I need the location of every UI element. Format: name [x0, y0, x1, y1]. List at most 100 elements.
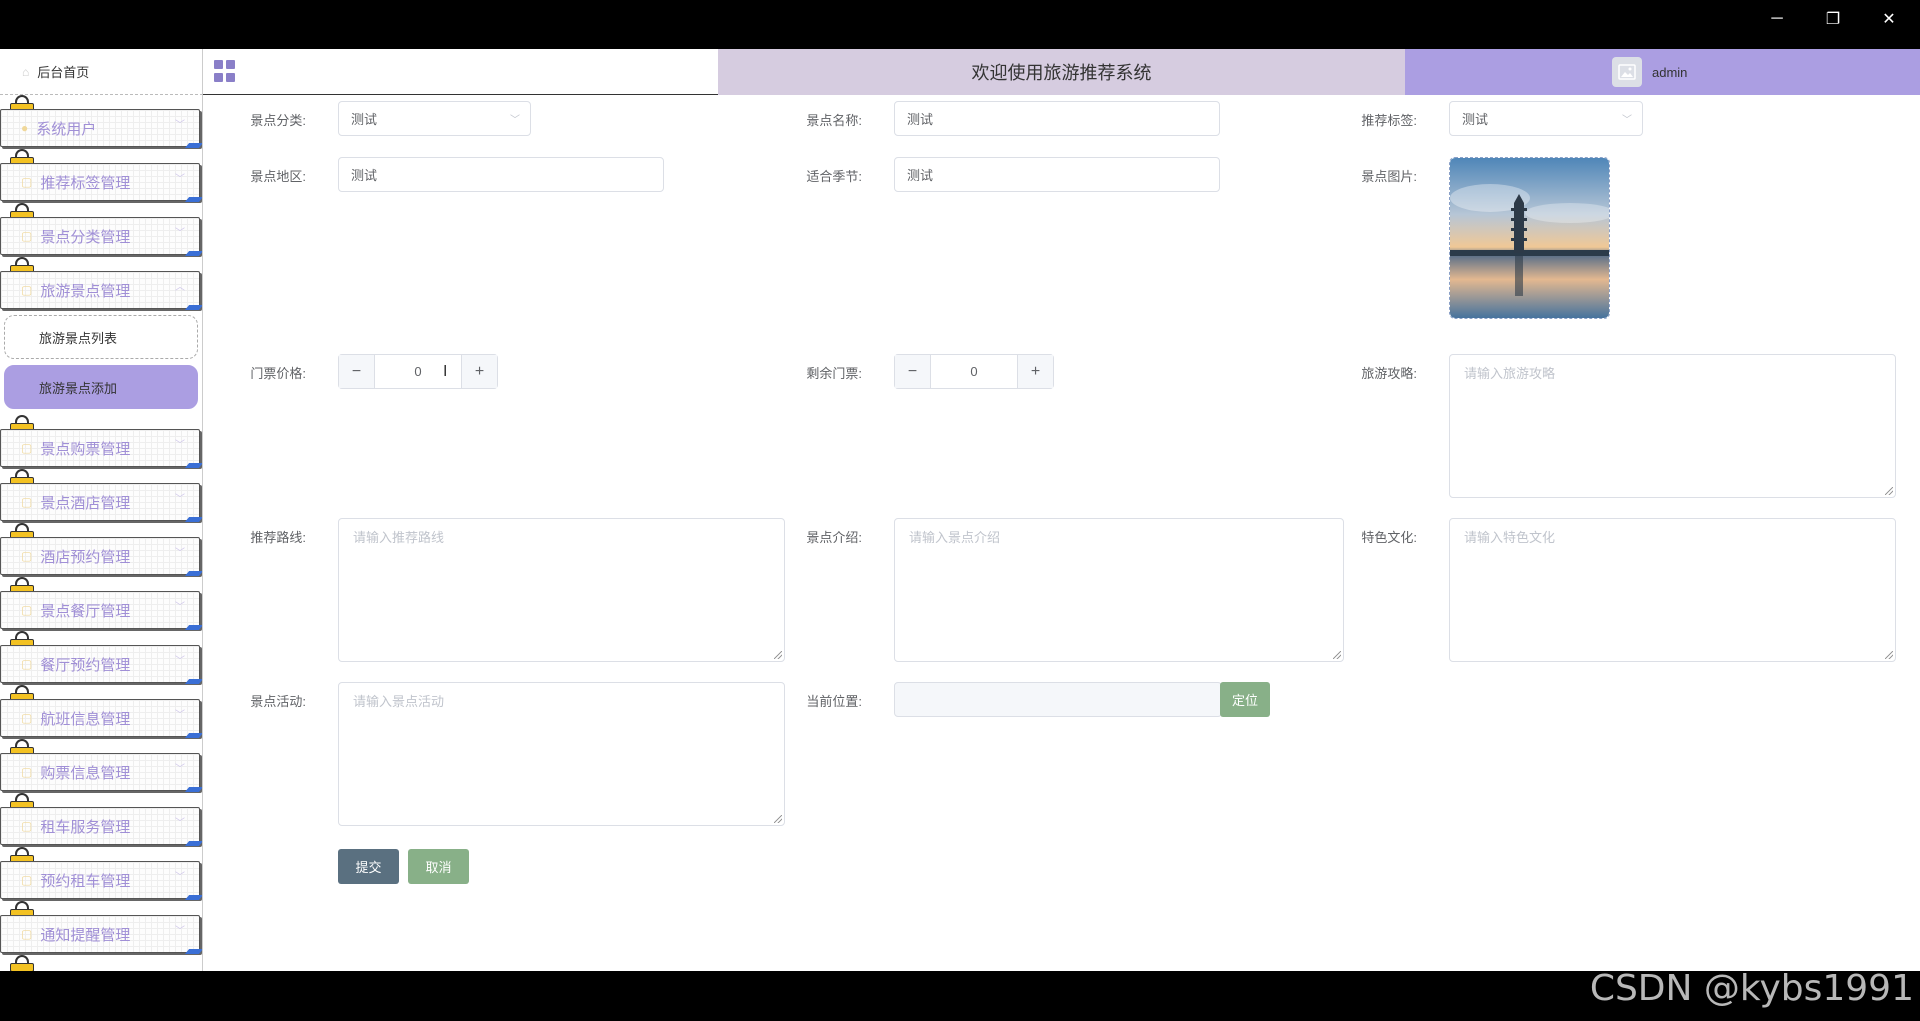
document-icon: ▢: [21, 657, 33, 671]
chevron-down-icon: ﹀: [510, 115, 520, 126]
document-icon: ▢: [21, 175, 33, 189]
sidebar-item-label: 租车服务管理: [40, 818, 131, 836]
document-icon: ▢: [21, 603, 33, 617]
chevron-down-icon: ﹀: [175, 764, 185, 775]
chevron-down-icon: ﹀: [175, 872, 185, 883]
pagoda-lake-image: [1450, 158, 1609, 318]
culture-textarea[interactable]: 请输入特色文化: [1449, 518, 1896, 662]
sidebar-item-label: 预约租车管理: [40, 872, 131, 890]
price-value[interactable]: 0: [375, 355, 461, 388]
restore-icon[interactable]: ❐: [1810, 0, 1856, 38]
price-stepper[interactable]: − 0 +: [338, 354, 498, 389]
close-icon[interactable]: ✕: [1866, 0, 1912, 38]
sidebar-item-label: 通知提醒管理: [40, 926, 131, 944]
cancel-button[interactable]: 取消: [408, 849, 469, 884]
document-icon: ▢: [21, 927, 33, 941]
category-value: 测试: [351, 112, 378, 127]
sidebar-item-car-bookings[interactable]: ▢ 预约租车管理 ﹀: [0, 847, 202, 901]
sidebar-item-label: 旅游景点管理: [40, 282, 131, 300]
activity-textarea[interactable]: 请输入景点活动: [338, 682, 785, 826]
chevron-up-icon: ︿: [175, 282, 185, 293]
sidebar: ● 系统用户 ﹀ ▢ 推荐标签管理 ﹀ ▢ 景点分类管理 ﹀ ▢ 旅游景点管理 ︿ 旅游景点列表…: [0, 95, 203, 971]
submenu-item-add[interactable]: 旅游景点添加: [4, 365, 198, 409]
increment-button[interactable]: +: [1017, 355, 1053, 388]
sidebar-item-label: 航班信息管理: [40, 710, 131, 728]
sidebar-item-hotel-bookings[interactable]: ▢ 酒店预约管理 ﹀: [0, 523, 202, 577]
sidebar-item-label: 酒店预约管理: [40, 548, 131, 566]
chevron-down-icon: ﹀: [175, 174, 185, 185]
minimize-icon[interactable]: ─: [1754, 0, 1800, 38]
submenu-attractions: 旅游景点列表 旅游景点添加: [0, 311, 202, 409]
decrement-button[interactable]: −: [339, 355, 375, 388]
tag-value: 测试: [1462, 112, 1489, 127]
tag-select[interactable]: 测试 ﹀: [1449, 101, 1643, 136]
attraction-add-form: 景点分类: 测试 ﹀ 景点名称: 测试 推荐标签: 测试 ﹀ 景点地区: 测试 …: [203, 95, 1920, 971]
remaining-value[interactable]: 0: [931, 355, 1017, 388]
sidebar-item-more: [0, 955, 202, 971]
intro-textarea[interactable]: 请输入景点介绍: [894, 518, 1344, 662]
binder-clip-icon: [8, 955, 36, 971]
sidebar-item-hotels[interactable]: ▢ 景点酒店管理 ﹀: [0, 469, 202, 523]
sidebar-item-tickets[interactable]: ▢ 景点购票管理 ﹀: [0, 415, 202, 469]
sidebar-item-users[interactable]: ● 系统用户 ﹀: [0, 95, 202, 149]
sidebar-item-restaurants[interactable]: ▢ 景点餐厅管理 ﹀: [0, 577, 202, 631]
locate-button[interactable]: 定位: [1220, 682, 1270, 717]
document-icon: ▢: [21, 765, 33, 779]
document-icon: ▢: [21, 549, 33, 563]
guide-label: 旅游攻略:: [1361, 366, 1417, 381]
region-input[interactable]: 测试: [338, 157, 664, 192]
user-menu[interactable]: admin: [1405, 49, 1920, 95]
document-icon: ▢: [21, 441, 33, 455]
chevron-down-icon: ﹀: [1622, 115, 1632, 126]
decrement-button[interactable]: −: [895, 355, 931, 388]
text-cursor-icon: I: [443, 363, 448, 380]
season-label: 适合季节:: [806, 169, 862, 184]
location-input[interactable]: [894, 682, 1222, 717]
category-label: 景点分类:: [250, 113, 306, 128]
increment-button[interactable]: +: [461, 355, 497, 388]
sidebar-item-restaurant-bookings[interactable]: ▢ 餐厅预约管理 ﹀: [0, 631, 202, 685]
remaining-stepper[interactable]: − 0 +: [894, 354, 1054, 389]
home-link[interactable]: ⌂ 后台首页: [0, 49, 203, 95]
submit-button[interactable]: 提交: [338, 849, 399, 884]
route-label: 推荐路线:: [250, 530, 306, 545]
sidebar-item-attractions[interactable]: ▢ 旅游景点管理 ︿: [0, 257, 202, 311]
chevron-down-icon: ﹀: [175, 440, 185, 451]
guide-textarea[interactable]: 请输入旅游攻略: [1449, 354, 1896, 498]
sidebar-item-tags[interactable]: ▢ 推荐标签管理 ﹀: [0, 149, 202, 203]
region-label: 景点地区:: [250, 169, 306, 184]
sidebar-item-label: 购票信息管理: [40, 764, 131, 782]
page-title: 欢迎使用旅游推荐系统: [718, 49, 1405, 95]
sidebar-item-label: 推荐标签管理: [40, 174, 131, 192]
chevron-down-icon: ﹀: [175, 926, 185, 937]
location-label: 当前位置:: [806, 694, 862, 709]
document-icon: ▢: [21, 873, 33, 887]
sidebar-item-notifications[interactable]: ▢ 通知提醒管理 ﹀: [0, 901, 202, 955]
document-icon: ▢: [21, 819, 33, 833]
name-label: 景点名称:: [806, 113, 862, 128]
sidebar-item-categories[interactable]: ▢ 景点分类管理 ﹀: [0, 203, 202, 257]
document-icon: ▢: [21, 283, 33, 297]
app-root: ⌂ 后台首页 欢迎使用旅游推荐系统 admin ● 系统用户 ﹀ ▢ 推荐标签管理 ﹀ …: [0, 49, 1920, 971]
avatar-icon: [1612, 57, 1642, 87]
chevron-down-icon: ﹀: [175, 602, 185, 613]
remaining-label: 剩余门票:: [806, 366, 862, 381]
category-select[interactable]: 测试 ﹀: [338, 101, 531, 136]
username: admin: [1652, 64, 1688, 80]
attraction-image-upload[interactable]: [1449, 157, 1610, 319]
document-icon: ▢: [21, 495, 33, 509]
submenu-item-list[interactable]: 旅游景点列表: [4, 315, 198, 359]
chevron-down-icon: ﹀: [175, 548, 185, 559]
sidebar-item-label: 景点分类管理: [40, 228, 131, 246]
name-input[interactable]: 测试: [894, 101, 1220, 136]
sidebar-item-ticket-info[interactable]: ▢ 购票信息管理 ﹀: [0, 739, 202, 793]
intro-label: 景点介绍:: [806, 530, 862, 545]
window-titlebar: ─ ❐ ✕: [0, 0, 1920, 49]
season-input[interactable]: 测试: [894, 157, 1220, 192]
route-textarea[interactable]: 请输入推荐路线: [338, 518, 785, 662]
sidebar-item-car-rental[interactable]: ▢ 租车服务管理 ﹀: [0, 793, 202, 847]
menu-toggle-icon[interactable]: [214, 60, 236, 82]
chevron-down-icon: ﹀: [175, 818, 185, 829]
sidebar-item-flights[interactable]: ▢ 航班信息管理 ﹀: [0, 685, 202, 739]
tag-label: 推荐标签:: [1361, 113, 1417, 128]
